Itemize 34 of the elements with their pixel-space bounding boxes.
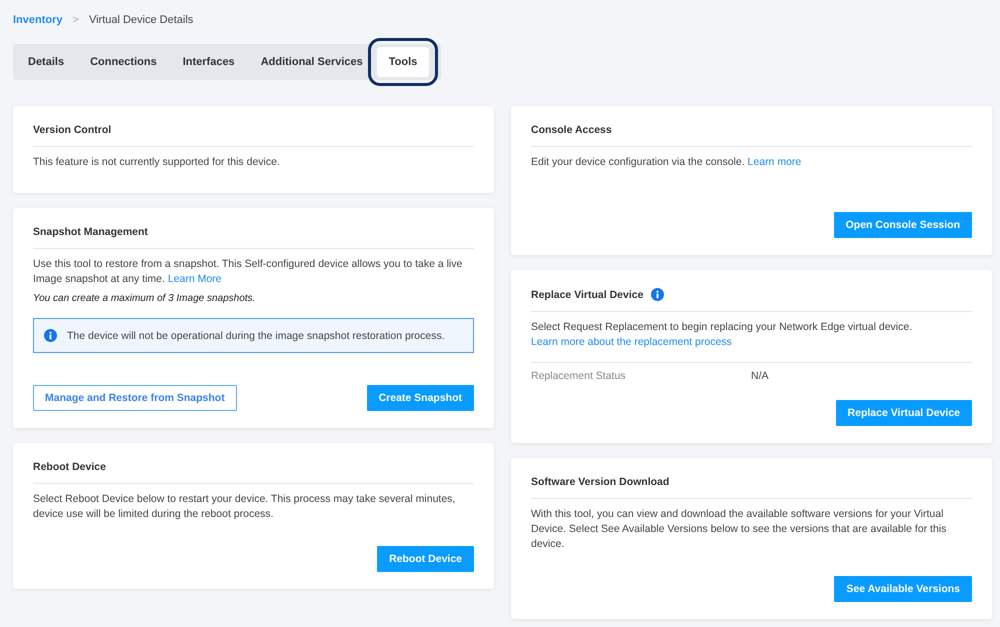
action-button[interactable]: Create Snapshot bbox=[366, 385, 474, 411]
card-title: Snapshot Management bbox=[33, 226, 148, 238]
action-button[interactable]: Replace Virtual Device bbox=[836, 400, 972, 426]
breadcrumb-link[interactable]: Inventory bbox=[13, 14, 63, 26]
breadcrumb-separator: > bbox=[72, 14, 79, 26]
learn-more-link[interactable]: Learn more bbox=[748, 156, 802, 168]
action-button[interactable]: Reboot Device bbox=[377, 546, 474, 572]
learn-more-link[interactable]: Learn More bbox=[168, 273, 222, 285]
card-title: Reboot Device bbox=[33, 461, 106, 473]
description-text: This feature is not currently supported for this device. bbox=[33, 155, 281, 170]
learn-more-link[interactable]: Learn more about the replacement process bbox=[531, 336, 732, 348]
description-text: Use this tool to restore from a snapshot. This Self-configured device allows you to take a live Image snapshot at any time. Learn More bbox=[33, 257, 464, 287]
field-value: N/A bbox=[751, 370, 770, 382]
description-text: Edit your device configuration via the console. Learn more bbox=[531, 155, 802, 170]
tab[interactable]: Interfaces bbox=[170, 47, 247, 77]
tab[interactable]: Additional Services bbox=[248, 47, 375, 77]
description-text: Select Reboot Device below to restart your device. This process may take several minutes, device use will be limited during the reboot process. bbox=[33, 492, 456, 522]
description-text: Select Request Replacement to begin replacing your Network Edge virtual device. Learn more about the replacement process bbox=[531, 320, 914, 350]
card-title: Console Access bbox=[531, 124, 612, 136]
alert-text: The device will not be operational during the image snapshot restoration process. bbox=[67, 330, 445, 342]
tab[interactable]: Details bbox=[16, 47, 76, 77]
breadcrumb-current: Virtual Device Details bbox=[88, 14, 194, 26]
card-title: Replace Virtual Device bbox=[531, 288, 644, 300]
card-title: Version Control bbox=[33, 124, 112, 136]
card-title: Software Version Download bbox=[531, 476, 670, 488]
action-button[interactable]: Open Console Session bbox=[834, 212, 972, 238]
tab[interactable]: Tools bbox=[376, 47, 430, 77]
info-icon bbox=[44, 329, 57, 342]
action-button[interactable]: Manage and Restore from Snapshot bbox=[33, 385, 237, 411]
description-text: With this tool, you can view and download the available software versions for your Virtual Device. Select See Available Versions below to see the versions that are available for this device. bbox=[531, 507, 948, 552]
tab[interactable]: Connections bbox=[78, 47, 169, 77]
note-text: You can create a maximum of 3 Image snapshots. bbox=[33, 293, 256, 304]
action-button[interactable]: See Available Versions bbox=[834, 576, 972, 602]
field-label: Replacement Status bbox=[531, 370, 627, 382]
